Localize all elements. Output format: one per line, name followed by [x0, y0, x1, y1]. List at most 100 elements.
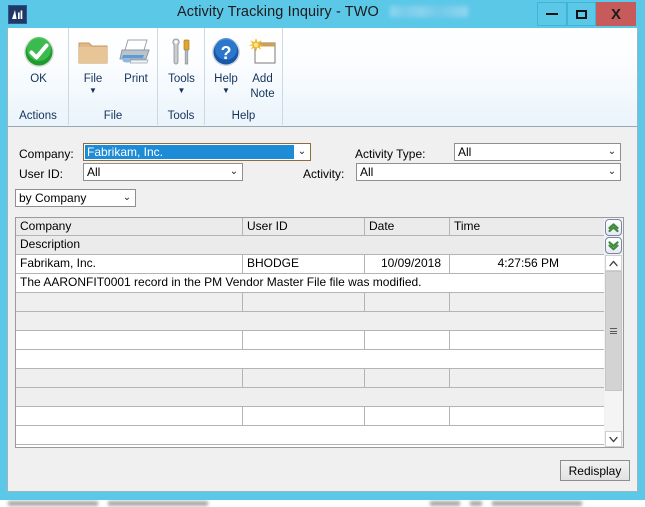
title-separator: - — [335, 4, 341, 20]
column-header-company[interactable]: Company — [16, 218, 242, 235]
maximize-icon — [576, 9, 587, 19]
add-note-label-line1: Add — [252, 73, 273, 85]
scrollbar-down-button[interactable] — [605, 431, 622, 447]
inquiry-body-panel: Company: Fabrikam, Inc. ⌄ User ID: All ⌄… — [7, 127, 638, 492]
minimize-button[interactable] — [537, 2, 567, 26]
scrollbar-grip-icon — [610, 327, 617, 336]
title-main: Activity Tracking Inquiry — [176, 4, 332, 20]
file-menu-button[interactable]: File ▼ — [72, 33, 114, 95]
ribbon-toolbar: OK Actions File ▼ Print File Tools ▼ Too… — [7, 28, 638, 127]
scroll-to-last-button[interactable] — [605, 237, 622, 254]
table-row-empty[interactable] — [16, 331, 604, 350]
column-header-description[interactable]: Description — [16, 236, 604, 254]
ribbon-group-actions: OK Actions — [8, 28, 69, 125]
chevron-down-icon: ▼ — [89, 85, 97, 95]
scrollbar-thumb[interactable] — [605, 271, 622, 391]
ribbon-group-tools-label: Tools — [167, 110, 195, 122]
grid-header-description-row: Description — [16, 236, 604, 255]
cell-date-empty — [364, 331, 449, 349]
add-note-label-line2: Note — [250, 87, 275, 100]
cell-time-empty — [449, 293, 604, 311]
sort-by-select[interactable]: by Company ⌄ — [15, 189, 136, 207]
chevron-down-icon: ⌄ — [122, 192, 132, 203]
tools-menu-label: Tools — [168, 73, 195, 85]
redisplay-button[interactable]: Redisplay — [560, 460, 630, 481]
cell-time-empty — [449, 407, 604, 425]
sort-by-value: by Company — [19, 191, 87, 205]
scroll-to-first-button[interactable] — [605, 219, 622, 236]
ribbon-group-help: ? Help ▼ Add Note Help — [205, 28, 283, 125]
table-row-description-empty[interactable] — [16, 426, 604, 445]
print-button-label: Print — [124, 73, 148, 85]
ribbon-group-file: File ▼ Print File — [69, 28, 158, 125]
table-row-description-empty[interactable] — [16, 388, 604, 407]
add-note-button[interactable]: Add Note — [243, 33, 282, 100]
activity-type-label: Activity Type: — [355, 147, 426, 161]
printer-icon — [114, 33, 158, 71]
cell-date-empty — [364, 407, 449, 425]
tools-menu-button[interactable]: Tools ▼ — [160, 33, 203, 95]
activity-select[interactable]: All ⌄ — [356, 163, 621, 181]
table-row[interactable]: Fabrikam, Inc. BHODGE 10/09/2018 4:27:56… — [16, 255, 604, 274]
ok-button[interactable]: OK — [12, 33, 65, 86]
cell-user-id-empty — [242, 369, 364, 387]
activity-tracking-inquiry-window: Activity Tracking Inquiry - TWO X OK Act… — [0, 0, 645, 507]
folder-icon — [72, 33, 114, 71]
close-icon: X — [610, 5, 621, 23]
file-menu-label: File — [83, 73, 103, 85]
question-mark-icon: ? — [206, 33, 246, 71]
cell-company-empty — [16, 407, 242, 425]
wrench-screwdriver-icon — [160, 33, 203, 71]
ribbon-group-file-label: File — [103, 110, 123, 122]
grid-header-row: Company User ID Date Time — [16, 218, 604, 236]
cell-date-empty — [364, 369, 449, 387]
help-menu-label: Help — [214, 73, 238, 85]
user-id-select[interactable]: All ⌄ — [83, 163, 243, 181]
redisplay-button-label: Redisplay — [568, 463, 622, 478]
scrollbar-up-button[interactable] — [605, 255, 622, 271]
cell-time: 4:27:56 PM — [449, 255, 567, 273]
cell-time-empty — [449, 331, 604, 349]
column-header-time[interactable]: Time — [449, 218, 604, 235]
cell-user-id-empty — [242, 407, 364, 425]
print-button[interactable]: Print — [114, 33, 158, 86]
ribbon-group-help-label: Help — [231, 110, 256, 122]
ok-button-label: OK — [30, 73, 47, 85]
company-value: Fabrikam, Inc. — [85, 145, 294, 159]
column-header-user-id[interactable]: User ID — [242, 218, 364, 235]
maximize-button[interactable] — [567, 2, 596, 26]
activity-label: Activity: — [303, 167, 345, 181]
cell-description: The AARONFIT0001 record in the PM Vendor… — [20, 275, 422, 289]
table-row-empty[interactable] — [16, 407, 604, 426]
activity-type-select[interactable]: All ⌄ — [454, 143, 621, 161]
table-row-description-empty[interactable] — [16, 350, 604, 369]
add-note-icon — [243, 33, 282, 71]
title-company: TWO — [344, 4, 379, 20]
ok-checkmark-icon — [12, 33, 65, 71]
user-id-label: User ID: — [19, 167, 64, 181]
cell-user-id-empty — [242, 331, 364, 349]
cell-company-empty — [16, 293, 242, 311]
user-id-value: All — [87, 165, 101, 179]
company-select[interactable]: Fabrikam, Inc. ⌄ — [83, 143, 311, 161]
column-header-date[interactable]: Date — [364, 218, 449, 235]
cell-company-empty — [16, 369, 242, 387]
cell-date: 10/09/2018 — [364, 255, 449, 273]
chevron-down-icon: ⌄ — [297, 146, 307, 157]
grid-scroll-column — [604, 218, 623, 447]
table-row-description-empty[interactable] — [16, 312, 604, 331]
chevron-down-icon — [609, 436, 618, 442]
grid-body: Company User ID Date Time Description Fa… — [16, 218, 604, 447]
table-row-empty[interactable] — [16, 293, 604, 312]
svg-text:?: ? — [221, 43, 232, 63]
help-menu-button[interactable]: ? Help ▼ — [206, 33, 246, 95]
ribbon-group-actions-label: Actions — [19, 110, 57, 122]
background-taskbar-blur — [0, 500, 645, 507]
cell-company: Fabrikam, Inc. — [20, 256, 97, 270]
activity-grid: Company User ID Date Time Description Fa… — [15, 217, 624, 448]
table-row-description[interactable]: The AARONFIT0001 record in the PM Vendor… — [16, 274, 604, 293]
close-button[interactable]: X — [596, 2, 636, 26]
table-row-empty[interactable] — [16, 369, 604, 388]
ribbon-group-tools: Tools ▼ Tools — [158, 28, 205, 125]
double-chevron-down-icon — [608, 241, 619, 251]
